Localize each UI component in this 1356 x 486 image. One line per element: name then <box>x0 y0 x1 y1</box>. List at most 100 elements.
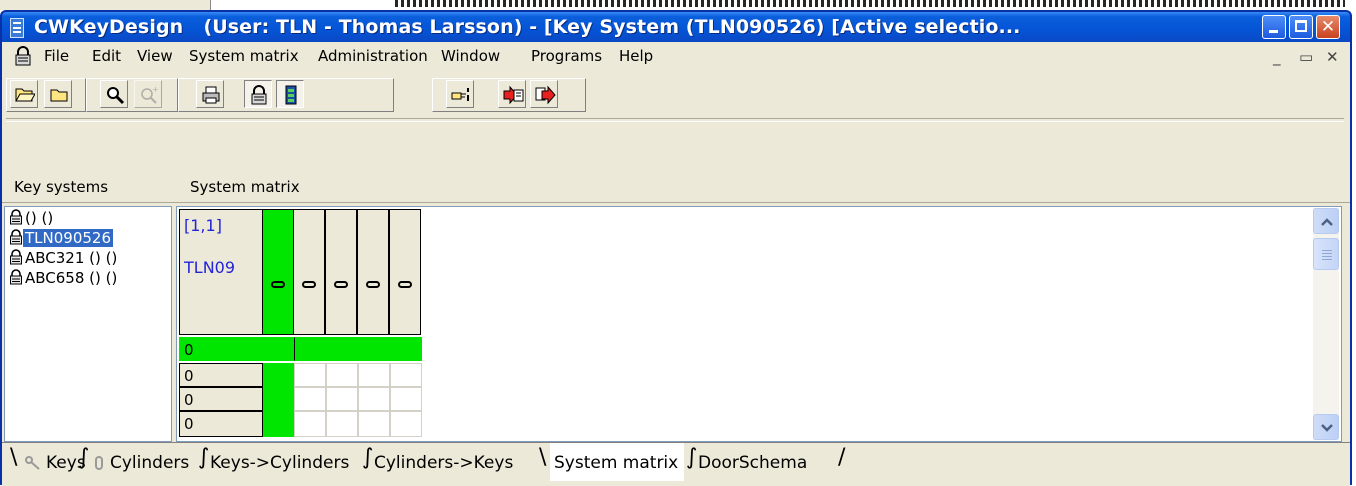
folder-button[interactable] <box>44 80 72 108</box>
key-systems-tree[interactable]: () () TLN090526 ABC321 () () ABC658 () (… <box>4 206 172 442</box>
matrix-cell[interactable] <box>263 387 295 411</box>
scroll-up-button[interactable] <box>1313 208 1339 234</box>
window-title: CWKeyDesign (User: TLN - Thomas Larsson)… <box>34 16 1020 38</box>
import-arrow-icon <box>535 85 556 105</box>
tab-system-matrix-label: System matrix <box>554 453 679 473</box>
export-button[interactable] <box>498 80 526 108</box>
mdi-close-button[interactable]: ✕ <box>1326 48 1339 66</box>
padlock-icon <box>9 229 23 245</box>
matrix-cell[interactable] <box>358 387 390 411</box>
open-button[interactable] <box>10 80 38 108</box>
matrix-cell[interactable] <box>263 363 295 387</box>
background-window-text <box>395 0 1345 7</box>
cylinder-column-header[interactable] <box>357 209 389 335</box>
matrix-cell[interactable] <box>294 387 326 411</box>
cylinder-icon <box>334 281 348 288</box>
tree-item-abc321[interactable]: ABC321 () () <box>9 249 119 269</box>
cylinder-icon <box>302 281 316 288</box>
tab-keys-to-cylinders[interactable]: Keys->Cylinders <box>210 443 360 481</box>
matrix-cell[interactable] <box>294 337 326 361</box>
tree-item-label: () () <box>25 209 54 227</box>
tab-separator: ∫ <box>198 445 210 470</box>
matrix-cell[interactable] <box>390 363 422 387</box>
matrix-cell[interactable] <box>326 411 358 437</box>
tree-item-tln090526[interactable]: TLN090526 <box>9 229 114 249</box>
minimize-button[interactable] <box>1262 15 1286 39</box>
key-row-header[interactable]: 0 <box>179 411 263 437</box>
tree-item-abc658[interactable]: ABC658 () () <box>9 269 119 289</box>
matrix-cell[interactable] <box>263 337 295 361</box>
tab-separator: ∫ <box>78 445 90 470</box>
cylinder-column-header[interactable] <box>262 209 294 335</box>
scroll-down-button[interactable] <box>1313 414 1339 440</box>
matrix-cell[interactable] <box>390 337 422 361</box>
title-bar[interactable]: CWKeyDesign (User: TLN - Thomas Larsson)… <box>0 10 1352 42</box>
key-row-label: 0 <box>184 367 194 385</box>
menu-view[interactable]: View <box>137 47 173 65</box>
matrix-cell[interactable] <box>326 337 358 361</box>
key-row-header[interactable]: 0 <box>179 387 263 411</box>
tab-cylinders-to-keys-label: Cylinders->Keys <box>374 453 514 473</box>
tab-cylinders-to-keys[interactable]: Cylinders->Keys <box>374 443 532 481</box>
matrix-cell[interactable] <box>358 411 390 437</box>
matrix-cell[interactable] <box>294 411 326 437</box>
menu-system-matrix[interactable]: System matrix <box>189 47 299 65</box>
matrix-cell[interactable] <box>294 363 326 387</box>
pointer-button[interactable] <box>446 80 474 108</box>
key-row-header[interactable]: 0 <box>179 363 263 387</box>
menu-programs[interactable]: Programs <box>531 47 602 65</box>
tab-separator: / <box>838 445 846 470</box>
menu-edit[interactable]: Edit <box>92 47 121 65</box>
key-systems-button[interactable] <box>244 80 272 108</box>
cylinder-icon <box>366 281 380 288</box>
key-row-header[interactable]: 0 <box>179 337 263 361</box>
close-button[interactable]: ✕ <box>1316 15 1340 39</box>
cylinder-column-header[interactable] <box>325 209 357 335</box>
menu-help[interactable]: Help <box>619 47 653 65</box>
key-systems-header: Key systems <box>14 178 109 196</box>
tab-system-matrix[interactable]: System matrix <box>550 443 684 481</box>
padlock-icon <box>9 209 23 225</box>
tab-doorschema[interactable]: DoorSchema <box>698 443 828 481</box>
matrix-cell[interactable] <box>326 387 358 411</box>
toolbar-separator <box>6 118 1344 122</box>
desktop-background <box>0 0 1356 10</box>
window-title-text: (User: TLN - Thomas Larsson) - [Key Syst… <box>203 16 1021 38</box>
menu-file[interactable]: File <box>44 47 69 65</box>
tab-bar: \ Keys ∫ Cylinders ∫ Keys->Cylinders ∫ C… <box>2 442 1350 486</box>
toolbar: + <box>6 74 1344 164</box>
padlock-icon <box>9 269 23 285</box>
padlock-icon <box>251 85 267 105</box>
matrix-cell[interactable] <box>358 337 390 361</box>
system-matrix-button[interactable] <box>276 80 304 108</box>
cylinder-column-header[interactable] <box>293 209 325 335</box>
matrix-cell[interactable] <box>263 411 295 437</box>
matrix-cell[interactable] <box>326 363 358 387</box>
scroll-thumb[interactable] <box>1313 238 1339 270</box>
maximize-button[interactable] <box>1289 15 1313 39</box>
tree-item-label: ABC658 () () <box>25 269 118 287</box>
printer-icon <box>202 86 220 104</box>
panel-header-row: Key systems System matrix <box>2 172 1350 203</box>
mdi-minimize-button[interactable]: _ <box>1273 48 1281 66</box>
tree-item-unnamed[interactable]: () () <box>9 209 55 229</box>
zoom-out-button[interactable]: + <box>134 80 162 108</box>
tree-item-label: ABC321 () () <box>25 249 118 267</box>
app-icon[interactable] <box>10 18 24 38</box>
system-matrix-grid[interactable]: [1,1] TLN09 0 0 0 0 <box>176 206 1342 442</box>
matrix-cell[interactable] <box>390 411 422 437</box>
padlock-icon[interactable] <box>14 46 32 70</box>
matrix-cell[interactable] <box>390 387 422 411</box>
key-row-label: 0 <box>184 415 194 433</box>
menu-administration[interactable]: Administration <box>318 47 428 65</box>
tab-keys-to-cylinders-label: Keys->Cylinders <box>210 453 350 473</box>
padlock-icon <box>9 249 23 265</box>
menu-window[interactable]: Window <box>441 47 500 65</box>
mdi-restore-button[interactable]: ▭ <box>1299 48 1313 66</box>
vertical-scrollbar[interactable] <box>1313 208 1339 440</box>
zoom-in-button[interactable] <box>100 80 128 108</box>
import-button[interactable] <box>530 80 558 108</box>
cylinder-column-header[interactable] <box>389 209 421 335</box>
print-button[interactable] <box>196 80 224 108</box>
matrix-cell[interactable] <box>358 363 390 387</box>
